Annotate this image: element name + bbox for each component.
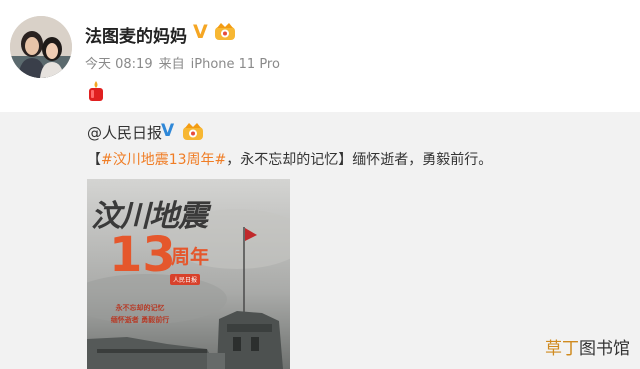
poster-logo: 人民日报 bbox=[170, 274, 201, 285]
source-device[interactable]: iPhone 11 Pro bbox=[191, 57, 280, 72]
avatar-photo bbox=[10, 16, 72, 78]
repost-card[interactable]: @人民日报 V 【#汶川地震13周年#，永不忘却的记忆】缅怀逝者，勇毅前行。 汶… bbox=[0, 112, 640, 369]
poster-image[interactable]: 汶川地震 13 周年 人民日报 永不忘却的记忆 缅怀逝者 勇毅前行 bbox=[87, 179, 290, 369]
watermark: 草丁图书馆 bbox=[545, 334, 630, 359]
post-header: 法图麦的妈妈 V 今天 08:19 来自 iPhone 11 Pro bbox=[0, 0, 640, 112]
poster-slogan-line: 永不忘却的记忆 bbox=[115, 303, 165, 312]
source-prefix: 来自 bbox=[158, 57, 185, 72]
avatar[interactable] bbox=[10, 16, 72, 78]
poster-slogan-line: 缅怀逝者 勇毅前行 bbox=[110, 315, 170, 324]
vip-crown-icon bbox=[183, 123, 203, 140]
verified-icon: V bbox=[193, 21, 208, 43]
post-time: 今天 08:19 bbox=[85, 57, 153, 72]
bracket-open: 【 bbox=[87, 152, 101, 168]
vip-crown-icon bbox=[215, 23, 235, 40]
watermark-text: 图书馆 bbox=[579, 339, 630, 359]
poster-number: 13 bbox=[109, 227, 176, 283]
watermark-accent: 草丁 bbox=[545, 339, 579, 359]
author-name[interactable]: 法图麦的妈妈 bbox=[85, 22, 187, 47]
repost-message: 缅怀逝者，勇毅前行。 bbox=[352, 152, 493, 168]
origin-author[interactable]: @人民日报 bbox=[87, 122, 162, 143]
topic-link[interactable]: #汶川地震13周年# bbox=[101, 152, 226, 168]
repost-body: 【#汶川地震13周年#，永不忘却的记忆】缅怀逝者，勇毅前行。 bbox=[87, 149, 492, 169]
candle-icon bbox=[89, 81, 103, 101]
verified-blue-icon: V bbox=[161, 121, 175, 141]
bracket-close: 】 bbox=[338, 152, 353, 168]
poster-years: 周年 bbox=[171, 246, 210, 268]
topic-suffix: ，永不忘却的记忆 bbox=[226, 152, 339, 168]
post-meta: 今天 08:19 来自 iPhone 11 Pro bbox=[85, 53, 286, 72]
